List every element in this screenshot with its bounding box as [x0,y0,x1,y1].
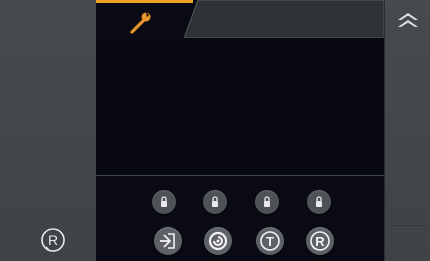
main-display: T R [96,0,384,261]
lock-icon [212,196,218,207]
login-arrow-icon [160,233,175,249]
reset-button[interactable]: R [37,226,69,254]
slot-button-2[interactable] [203,190,227,214]
reset-label: R [48,232,58,248]
lock-icon [316,196,322,207]
login-button[interactable] [154,227,182,255]
r-circle-icon: R [310,231,330,251]
t-button[interactable]: T [256,227,284,255]
spiral-icon [208,231,228,251]
t-label: T [266,234,274,249]
slot-button-4[interactable] [307,190,331,214]
right-panel-divider [389,225,427,226]
content-area [96,38,384,174]
spiral-button[interactable] [204,227,232,255]
t-circle-icon: T [260,231,280,251]
double-chevron-up-icon [398,13,418,27]
r-button[interactable]: R [306,227,334,255]
slot-button-3[interactable] [255,190,279,214]
tab-inactive[interactable] [184,0,384,38]
tab-bar [96,0,384,38]
collapse-button[interactable] [396,12,420,28]
tab-settings[interactable] [96,0,194,38]
slot-button-1[interactable] [152,190,176,214]
lock-icon [264,196,270,207]
right-panel [384,0,430,261]
lock-icon [161,196,167,207]
r-label: R [315,234,325,249]
left-panel: R [0,0,97,261]
button-area: T R [96,176,384,261]
registered-circle-icon: R [41,228,65,252]
